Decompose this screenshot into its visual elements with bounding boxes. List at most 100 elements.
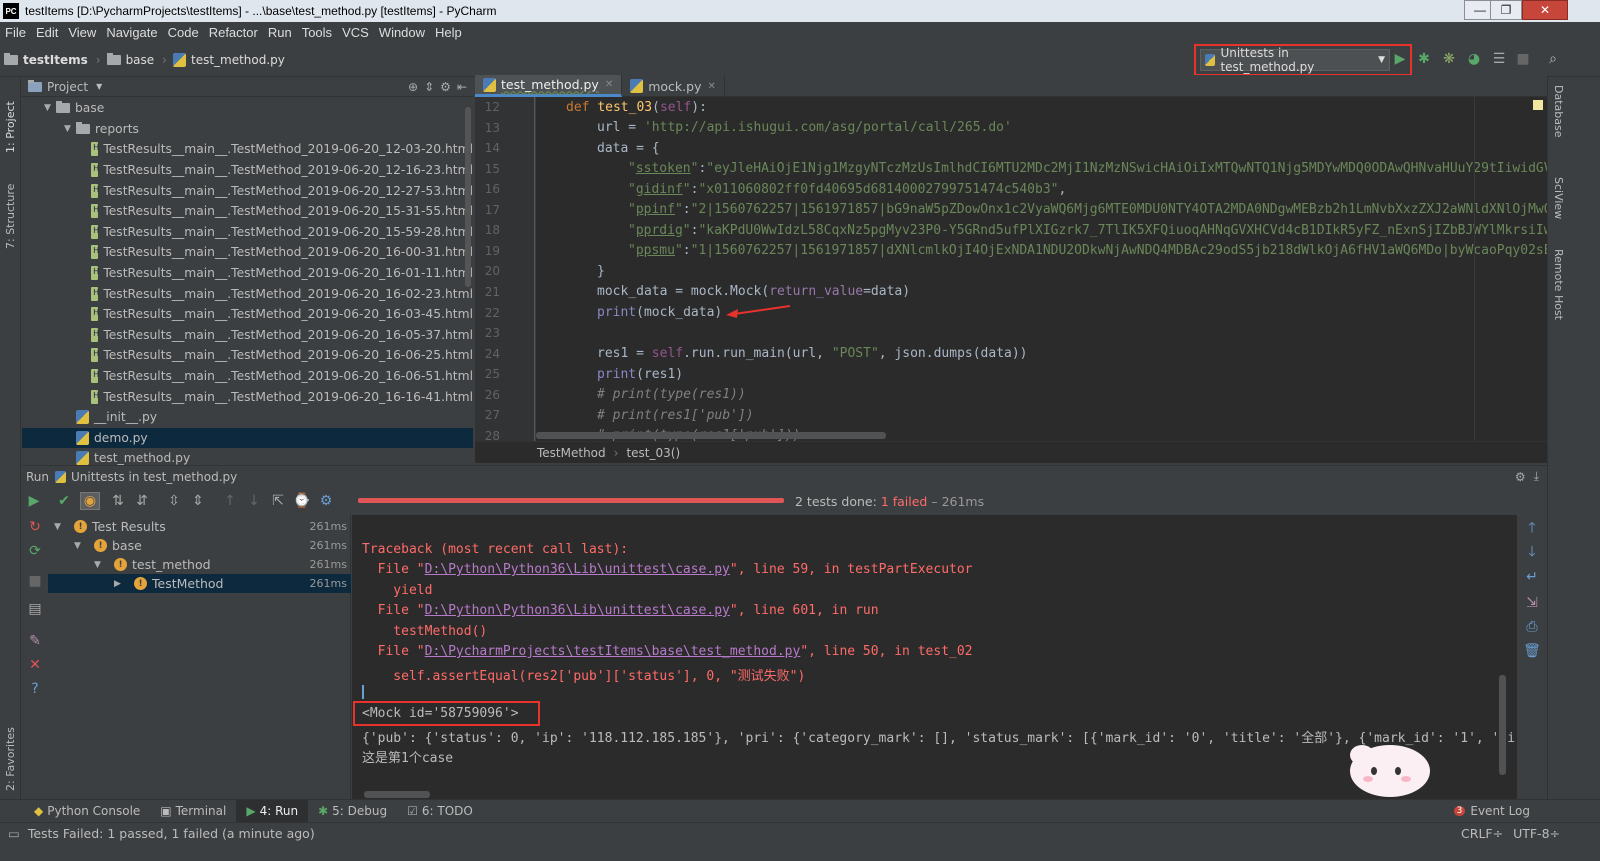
tree-item[interactable]: TestResults__main__.TestMethod_2019-06-2… xyxy=(22,283,473,304)
hide-icon[interactable]: ⤓ xyxy=(1534,469,1539,484)
code-editor[interactable]: def test_03(self): url = 'http://api.ish… xyxy=(536,97,1547,441)
tree-item[interactable]: __init__.py xyxy=(22,407,473,428)
soft-wrap-icon[interactable]: ↵ xyxy=(1524,569,1540,585)
chevron-down-icon[interactable]: ▼ xyxy=(74,541,94,551)
maximize-button[interactable]: ❐ xyxy=(1490,0,1522,20)
tree-item[interactable]: test_method.py xyxy=(22,448,473,465)
previous-failed-icon[interactable]: ↑ xyxy=(222,493,238,509)
stop-icon[interactable]: ■ xyxy=(27,573,43,589)
chevron-down-icon[interactable]: ▼ xyxy=(96,82,102,91)
chevron-down-icon[interactable]: ▼ xyxy=(64,124,76,134)
show-ignored-icon[interactable]: ◉ xyxy=(80,492,100,510)
test-tree-item[interactable]: ▼! base 261ms xyxy=(48,536,351,555)
gear-icon[interactable]: ⚙ xyxy=(1515,470,1526,484)
toggle-autotest-icon[interactable]: ⟳ xyxy=(27,543,43,559)
structure-tool-tab[interactable]: 7: Structure xyxy=(4,169,17,249)
help-icon[interactable]: ? xyxy=(27,681,43,697)
debug-icon[interactable]: ✱ xyxy=(1416,51,1432,67)
rerun-failed-icon[interactable]: ↻ xyxy=(27,519,43,535)
settings-icon[interactable]: ⚙ xyxy=(318,493,334,509)
console-file-link[interactable]: D:\PycharmProjects\testItems\base\test_m… xyxy=(425,644,801,659)
menu-navigate[interactable]: Navigate xyxy=(101,25,162,40)
remote-host-tool-tab[interactable]: Remote Host xyxy=(1552,249,1565,339)
breadcrumb-class[interactable]: TestMethod xyxy=(537,446,606,460)
menu-vcs[interactable]: VCS xyxy=(337,25,374,40)
run-config-name[interactable]: Unittests in test_method.py xyxy=(71,470,237,484)
tree-item[interactable]: TestResults__main__.TestMethod_2019-06-2… xyxy=(22,386,473,407)
tab-event-log[interactable]: 3 Event Log xyxy=(1444,800,1540,823)
tab-mock[interactable]: mock.py ✕ xyxy=(622,75,725,97)
chevron-down-icon[interactable]: ▼ xyxy=(94,560,114,570)
menu-code[interactable]: Code xyxy=(163,25,204,40)
scroll-to-end-icon[interactable]: ⇲ xyxy=(1524,595,1540,611)
breadcrumb-file[interactable]: test_method.py xyxy=(169,52,291,67)
trash-icon[interactable]: 🗑 xyxy=(1523,643,1541,659)
tree-item[interactable]: TestResults__main__.TestMethod_2019-06-2… xyxy=(22,263,473,284)
breadcrumb-method[interactable]: test_03() xyxy=(626,446,680,460)
database-tool-tab[interactable]: Database xyxy=(1552,85,1565,155)
console-h-scrollbar[interactable] xyxy=(364,791,430,798)
breadcrumb-base[interactable]: base xyxy=(103,52,161,67)
console-file-link[interactable]: D:\Python\Python36\Lib\unittest\case.py xyxy=(425,603,730,618)
tree-item[interactable]: demo.py xyxy=(22,427,473,449)
sort-alpha-icon[interactable]: ⇅ xyxy=(110,493,126,509)
tool-windows-icon[interactable]: ▭ xyxy=(8,826,20,841)
run-icon[interactable]: ▶ xyxy=(1392,51,1408,67)
stop-icon[interactable]: ■ xyxy=(1515,51,1531,67)
concurrency-icon[interactable]: ☰ xyxy=(1491,51,1507,67)
next-failed-icon[interactable]: ↓ xyxy=(246,493,262,509)
locate-icon[interactable]: ⊕ xyxy=(408,80,418,94)
tab-python-console[interactable]: ◆ Python Console xyxy=(24,800,150,823)
test-tree-item[interactable]: ▼! Test Results 261ms xyxy=(48,517,351,536)
tree-item[interactable]: ▼ base xyxy=(22,98,473,119)
hide-icon[interactable]: ⇤ xyxy=(457,80,467,94)
tree-item[interactable]: TestResults__main__.TestMethod_2019-06-2… xyxy=(22,325,473,346)
tab-todo[interactable]: ☑ 6: TODO xyxy=(397,800,483,823)
chevron-right-icon[interactable]: ▶ xyxy=(114,579,134,589)
tree-item[interactable]: TestResults__main__.TestMethod_2019-06-2… xyxy=(22,139,473,160)
coverage-icon[interactable]: ❋ xyxy=(1441,51,1457,67)
sort-duration-icon[interactable]: ⇵ xyxy=(134,493,150,509)
encoding-indicator[interactable]: UTF-8÷ xyxy=(1513,826,1560,841)
rerun-icon[interactable]: ▶ xyxy=(26,493,42,509)
favorites-tool-tab[interactable]: 2: Favorites xyxy=(4,711,17,791)
menu-window[interactable]: Window xyxy=(374,25,430,40)
search-icon[interactable]: ⌕ xyxy=(1545,51,1561,67)
scroll-down-icon[interactable]: 🡓 xyxy=(1524,544,1540,561)
console-file-link[interactable]: D:\Python\Python36\Lib\unittest\case.py xyxy=(425,562,730,577)
line-separator-indicator[interactable]: CRLF÷ xyxy=(1461,826,1503,841)
scroll-up-icon[interactable]: 🡑 xyxy=(1524,520,1540,537)
tree-item[interactable]: TestResults__main__.TestMethod_2019-06-2… xyxy=(22,304,473,325)
menu-tools[interactable]: Tools xyxy=(297,25,337,40)
console-scrollbar[interactable] xyxy=(1499,675,1506,775)
sciview-tool-tab[interactable]: SciView xyxy=(1552,177,1565,247)
menu-view[interactable]: View xyxy=(63,25,101,40)
export-icon[interactable]: ⇱ xyxy=(270,493,286,509)
expand-all-icon[interactable]: ⇳ xyxy=(166,493,182,509)
tab-terminal[interactable]: ▣ Terminal xyxy=(150,800,236,823)
tree-item[interactable]: TestResults__main__.TestMethod_2019-06-2… xyxy=(22,201,473,222)
layout-icon[interactable]: ▤ xyxy=(27,601,43,617)
horizontal-scrollbar[interactable] xyxy=(536,432,886,439)
project-tool-tab[interactable]: 1: Project xyxy=(4,83,17,153)
menu-help[interactable]: Help xyxy=(430,25,467,40)
tab-debug[interactable]: ✱ 5: Debug xyxy=(308,800,397,823)
project-scrollbar[interactable] xyxy=(465,107,471,287)
tree-item[interactable]: TestResults__main__.TestMethod_2019-06-2… xyxy=(22,345,473,366)
gear-icon[interactable]: ⚙ xyxy=(440,80,451,94)
menu-run[interactable]: Run xyxy=(263,25,297,40)
tab-run[interactable]: ▶ 4: Run xyxy=(236,799,309,823)
pin-icon[interactable]: ✎ xyxy=(27,633,43,649)
profile-icon[interactable]: ◕ xyxy=(1466,51,1482,67)
test-tree-item[interactable]: ▶! TestMethod 261ms xyxy=(48,574,351,593)
test-tree-item[interactable]: ▼! test_method 261ms xyxy=(48,555,351,574)
menu-edit[interactable]: Edit xyxy=(31,25,63,40)
chevron-down-icon[interactable]: ▼ xyxy=(44,103,56,113)
collapse-icon[interactable]: ⇕ xyxy=(424,80,434,94)
close-button[interactable]: ✕ xyxy=(1522,0,1568,20)
chevron-down-icon[interactable]: ▼ xyxy=(54,522,74,532)
run-config-select[interactable]: Unittests in test_method.py ▼ xyxy=(1200,46,1390,74)
menu-file[interactable]: File xyxy=(0,25,31,40)
tree-item[interactable]: ▼ reports xyxy=(22,119,473,140)
close-icon[interactable]: ✕ xyxy=(27,657,43,673)
